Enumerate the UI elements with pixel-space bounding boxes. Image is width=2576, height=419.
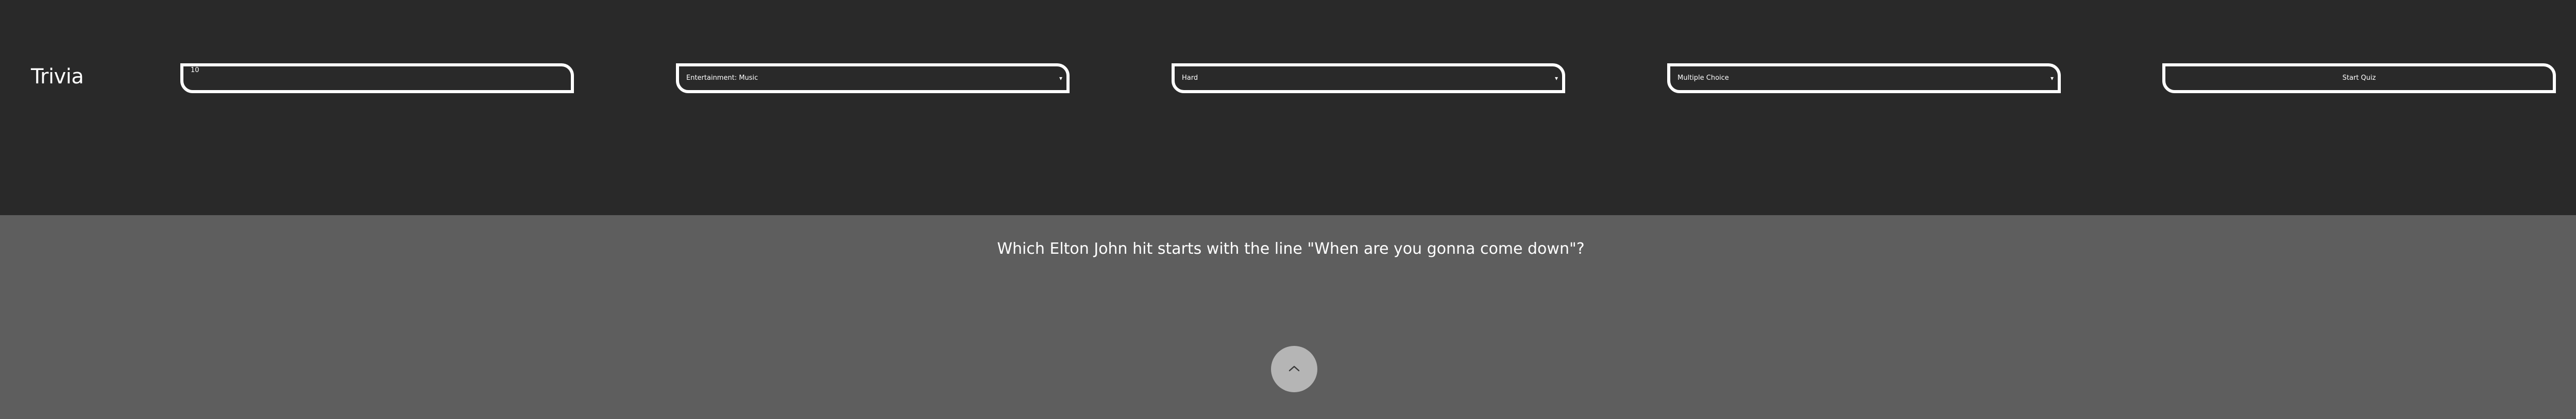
chevron-down-icon: ▾: [1554, 75, 1558, 82]
question-type-selected-value: Multiple Choice: [1677, 74, 1729, 82]
question-count-input[interactable]: 10: [180, 63, 574, 93]
scroll-to-top-button[interactable]: [1271, 346, 1317, 392]
chevron-down-icon: ▾: [2050, 75, 2054, 82]
chevron-up-icon: [1288, 364, 1300, 374]
start-quiz-button[interactable]: Start Quiz: [2162, 63, 2556, 93]
question-type-select[interactable]: Multiple Choice ▾: [1667, 63, 2061, 93]
difficulty-selected-value: Hard: [1182, 74, 1198, 82]
chevron-down-icon: ▾: [1059, 75, 1062, 82]
app-title: Trivia: [31, 65, 84, 89]
start-quiz-label: Start Quiz: [2342, 74, 2376, 82]
question-count-value: 10: [191, 66, 199, 74]
header: Trivia 10 Entertainment: Music ▾ Hard ▾ …: [0, 0, 2576, 215]
difficulty-select[interactable]: Hard ▾: [1172, 63, 1565, 93]
question-text: Which Elton John hit starts with the lin…: [997, 240, 1585, 258]
category-selected-value: Entertainment: Music: [686, 74, 758, 82]
category-select[interactable]: Entertainment: Music ▾: [676, 63, 1070, 93]
